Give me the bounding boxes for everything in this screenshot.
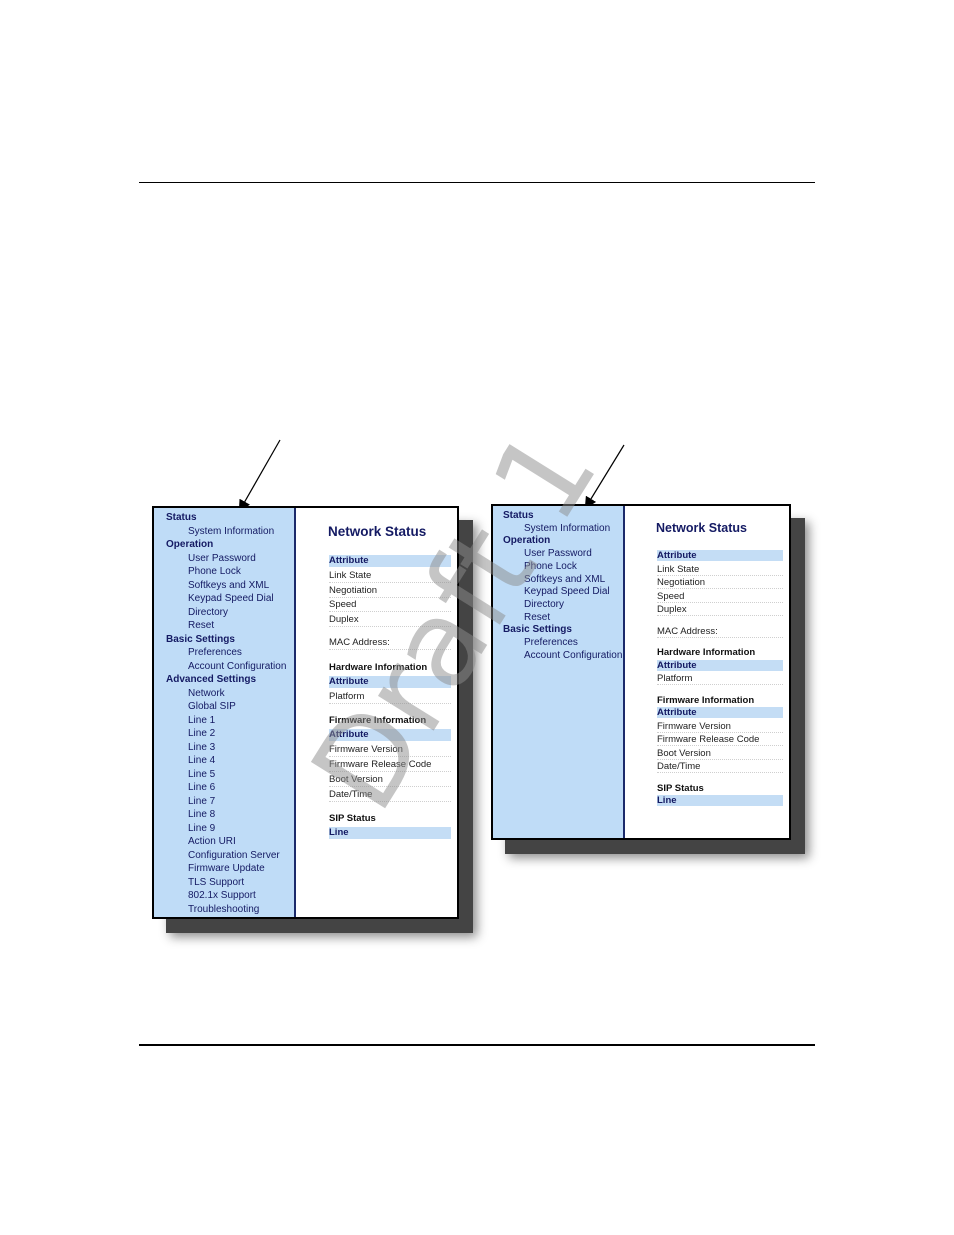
sidebar-item[interactable]: Preferences bbox=[188, 647, 242, 658]
table-row-label: Boot Version bbox=[329, 774, 451, 787]
sidebar-item[interactable]: User Password bbox=[524, 548, 592, 559]
page-title: Network Status bbox=[656, 521, 747, 535]
table-header-bar: Attribute bbox=[329, 675, 451, 688]
callout-arrow-2 bbox=[584, 444, 625, 510]
sidebar-item[interactable]: System Information bbox=[188, 526, 274, 537]
main-content: Network Status Attribute Link State Negoti… bbox=[296, 508, 457, 917]
sidebar-item[interactable]: Global SIP bbox=[188, 701, 236, 712]
sidebar-section-heading[interactable]: Operation bbox=[166, 539, 213, 550]
sidebar-item[interactable]: Line 5 bbox=[188, 769, 215, 780]
sidebar-item[interactable]: Line 3 bbox=[188, 742, 215, 753]
sidebar-item[interactable]: Account Configuration bbox=[188, 661, 286, 672]
sidebar-item[interactable]: Directory bbox=[524, 599, 564, 610]
table-row-label: Negotiation bbox=[329, 585, 451, 598]
sidebar-item[interactable]: Softkeys and XML bbox=[188, 580, 269, 591]
footer-rule bbox=[139, 1044, 815, 1046]
table-row-label: Firmware Release Code bbox=[657, 734, 783, 746]
sidebar-item[interactable]: Firmware Update bbox=[188, 863, 265, 874]
sidebar-section-heading[interactable]: Basic Settings bbox=[166, 634, 235, 645]
table-row-label: Link State bbox=[657, 564, 783, 576]
sidebar-item[interactable]: Preferences bbox=[524, 637, 578, 648]
table-row-label: MAC Address: bbox=[329, 637, 451, 650]
table-row-label: Firmware Version bbox=[657, 721, 783, 733]
section-heading: Hardware Information bbox=[329, 661, 428, 673]
sidebar-item[interactable]: TLS Support bbox=[188, 877, 244, 888]
sidebar-section-heading[interactable]: Basic Settings bbox=[503, 624, 572, 635]
sidebar-item[interactable]: 802.1x Support bbox=[188, 890, 256, 901]
sidebar-item[interactable]: Line 7 bbox=[188, 796, 215, 807]
sidebar-item[interactable]: Configuration Server bbox=[188, 850, 280, 861]
sidebar-item[interactable]: Phone Lock bbox=[524, 561, 577, 572]
table-header-bar: Line bbox=[329, 827, 451, 840]
sidebar-item[interactable]: Line 4 bbox=[188, 755, 215, 766]
table-row-label: Link State bbox=[329, 570, 451, 583]
table-header-bar: Attribute bbox=[329, 729, 451, 742]
table-row-label: Boot Version bbox=[657, 748, 783, 760]
sidebar-item[interactable]: Directory bbox=[188, 607, 228, 618]
table-row-label: Firmware Version bbox=[329, 744, 451, 758]
section-heading: Firmware Information bbox=[329, 715, 427, 727]
sidebar-item[interactable]: Network bbox=[188, 688, 225, 699]
sidebar-nav: Status System Information Operation User Pa… bbox=[154, 508, 296, 917]
table-header-bar: Line bbox=[657, 795, 783, 806]
sidebar-item[interactable]: Reset bbox=[188, 620, 214, 631]
sidebar-item[interactable]: Action URI bbox=[188, 836, 236, 847]
table-row-label: Firmware Release Code bbox=[329, 759, 451, 772]
table-header-bar: Attribute bbox=[329, 555, 451, 567]
table-row-label: Platform bbox=[657, 673, 783, 685]
sidebar-item[interactable]: User Password bbox=[188, 553, 256, 564]
sidebar-item[interactable]: Line 1 bbox=[188, 715, 215, 726]
sidebar-item[interactable]: System Information bbox=[524, 523, 610, 534]
sidebar-section-heading[interactable]: Status bbox=[503, 510, 534, 521]
section-heading: Hardware Information bbox=[657, 647, 756, 658]
screenshot-panel-restricted: Status System Information Operation User Pa… bbox=[491, 504, 791, 840]
sidebar-item[interactable]: Keypad Speed Dial bbox=[188, 593, 274, 604]
sidebar-section-heading[interactable]: Operation bbox=[503, 535, 550, 546]
table-row-label: Duplex bbox=[657, 604, 783, 616]
section-heading: SIP Status bbox=[329, 813, 376, 825]
table-row-label: Duplex bbox=[329, 614, 451, 628]
main-content: Network Status Attribute Link State Negoti… bbox=[625, 506, 789, 838]
table-row-label: Date/Time bbox=[329, 789, 451, 802]
callout-arrows bbox=[238, 439, 625, 513]
section-heading: SIP Status bbox=[657, 782, 704, 794]
sidebar-item[interactable]: Reset bbox=[524, 612, 550, 623]
table-row-label: Speed bbox=[329, 599, 451, 613]
sidebar-item[interactable]: Softkeys and XML bbox=[524, 574, 605, 585]
table-header-bar: Attribute bbox=[657, 659, 783, 671]
table-header-bar: Attribute bbox=[657, 707, 783, 718]
sidebar-item[interactable]: Line 2 bbox=[188, 728, 215, 739]
sidebar-section-heading[interactable]: Advanced Settings bbox=[166, 674, 256, 685]
table-row-label: Negotiation bbox=[657, 577, 783, 589]
header-rule bbox=[139, 182, 815, 183]
table-row-label: MAC Address: bbox=[657, 626, 783, 638]
sidebar-nav: Status System Information Operation User Pa… bbox=[493, 506, 625, 838]
screenshot-panel-full: Status System Information Operation User Pa… bbox=[152, 506, 459, 919]
sidebar-item[interactable]: Troubleshooting bbox=[188, 904, 259, 915]
table-row-label: Platform bbox=[329, 691, 451, 704]
sidebar-item[interactable]: Account Configuration bbox=[524, 650, 622, 661]
sidebar-item[interactable]: Phone Lock bbox=[188, 566, 241, 577]
sidebar-item[interactable]: Line 6 bbox=[188, 782, 215, 793]
table-header-bar: Attribute bbox=[657, 550, 783, 561]
callout-arrow-1 bbox=[238, 439, 281, 513]
page-title: Network Status bbox=[328, 524, 427, 539]
table-row-label: Date/Time bbox=[657, 761, 783, 773]
sidebar-item[interactable]: Line 8 bbox=[188, 809, 215, 820]
section-heading: Firmware Information bbox=[657, 694, 755, 706]
table-row-label: Speed bbox=[657, 591, 783, 603]
sidebar-item[interactable]: Keypad Speed Dial bbox=[524, 586, 610, 597]
sidebar-section-heading[interactable]: Status bbox=[166, 512, 197, 523]
sidebar-item[interactable]: Line 9 bbox=[188, 823, 215, 834]
